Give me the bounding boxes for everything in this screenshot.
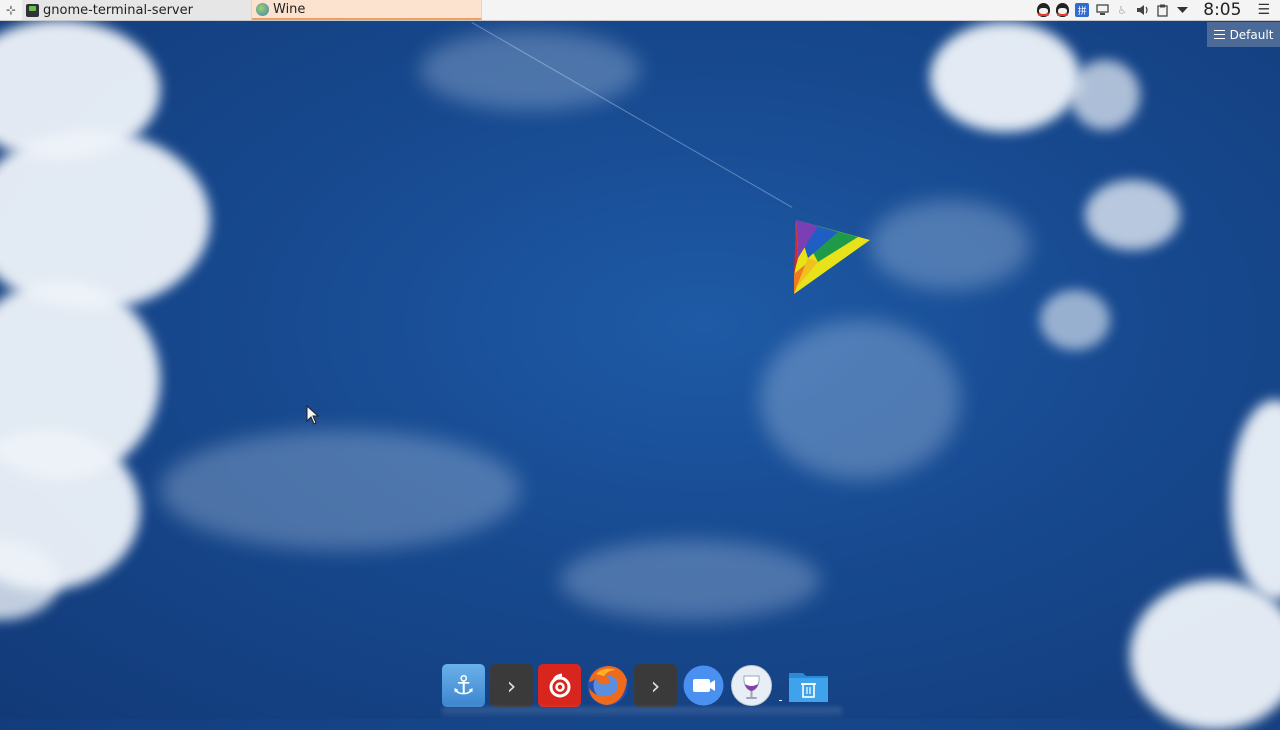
app-launcher-icon[interactable]: ⊹	[0, 0, 22, 21]
display-icon[interactable]	[1095, 3, 1109, 17]
anchor-icon: ⚓	[451, 670, 476, 701]
hamburger-menu-icon[interactable]: ☰	[1253, 2, 1274, 18]
firefox-icon	[587, 665, 628, 706]
terminal-icon: ›	[506, 671, 517, 700]
system-tray: 拼 ♿ 8:05 ☰	[1037, 0, 1280, 21]
wine-app-icon	[256, 2, 269, 16]
dock-item-terminal[interactable]: ›	[490, 664, 533, 707]
dock-item-anchor-app[interactable]: ⚓	[442, 664, 485, 707]
clipboard-icon[interactable]	[1155, 3, 1169, 17]
taskbar-item-wine[interactable]: Wine	[252, 0, 482, 20]
workspace-switcher[interactable]: Default	[1207, 22, 1280, 47]
workspace-label: Default	[1229, 27, 1274, 42]
input-method-icon[interactable]: 拼	[1075, 3, 1090, 17]
dock-separator	[778, 664, 782, 707]
top-panel: ⊹ gnome-terminal-server Wine 拼 ♿ 8:05 ☰	[0, 0, 1280, 21]
qq-icon[interactable]	[1037, 3, 1051, 17]
netease-music-icon	[549, 673, 570, 697]
taskbar-item-terminal[interactable]: gnome-terminal-server	[22, 0, 252, 20]
kite-image	[794, 220, 870, 294]
taskbar-item-label: gnome-terminal-server	[43, 2, 193, 18]
list-icon	[1213, 30, 1225, 39]
dock: ⚓ › ›	[442, 663, 830, 707]
chat-icon	[683, 665, 724, 706]
accessibility-icon[interactable]: ♿	[1115, 3, 1129, 17]
dock-item-netease-music[interactable]	[538, 664, 581, 707]
dock-reflection	[442, 707, 842, 719]
terminal-app-icon	[26, 3, 39, 17]
dock-item-files[interactable]	[787, 664, 830, 707]
volume-icon[interactable]	[1135, 3, 1149, 17]
dock-item-firefox[interactable]	[586, 664, 629, 707]
mouse-cursor-icon	[306, 405, 320, 425]
terminal-icon: ›	[650, 671, 661, 700]
wine-icon	[731, 665, 772, 706]
dock-item-terminal-2[interactable]: ›	[634, 664, 677, 707]
qq-icon-2[interactable]	[1056, 3, 1070, 17]
taskbar-item-label: Wine	[273, 1, 306, 17]
dock-item-wine[interactable]	[730, 664, 773, 707]
dropdown-icon[interactable]	[1175, 3, 1189, 17]
folder-trash-icon	[789, 673, 828, 702]
clock[interactable]: 8:05	[1195, 0, 1247, 20]
dock-item-chat[interactable]	[682, 664, 725, 707]
